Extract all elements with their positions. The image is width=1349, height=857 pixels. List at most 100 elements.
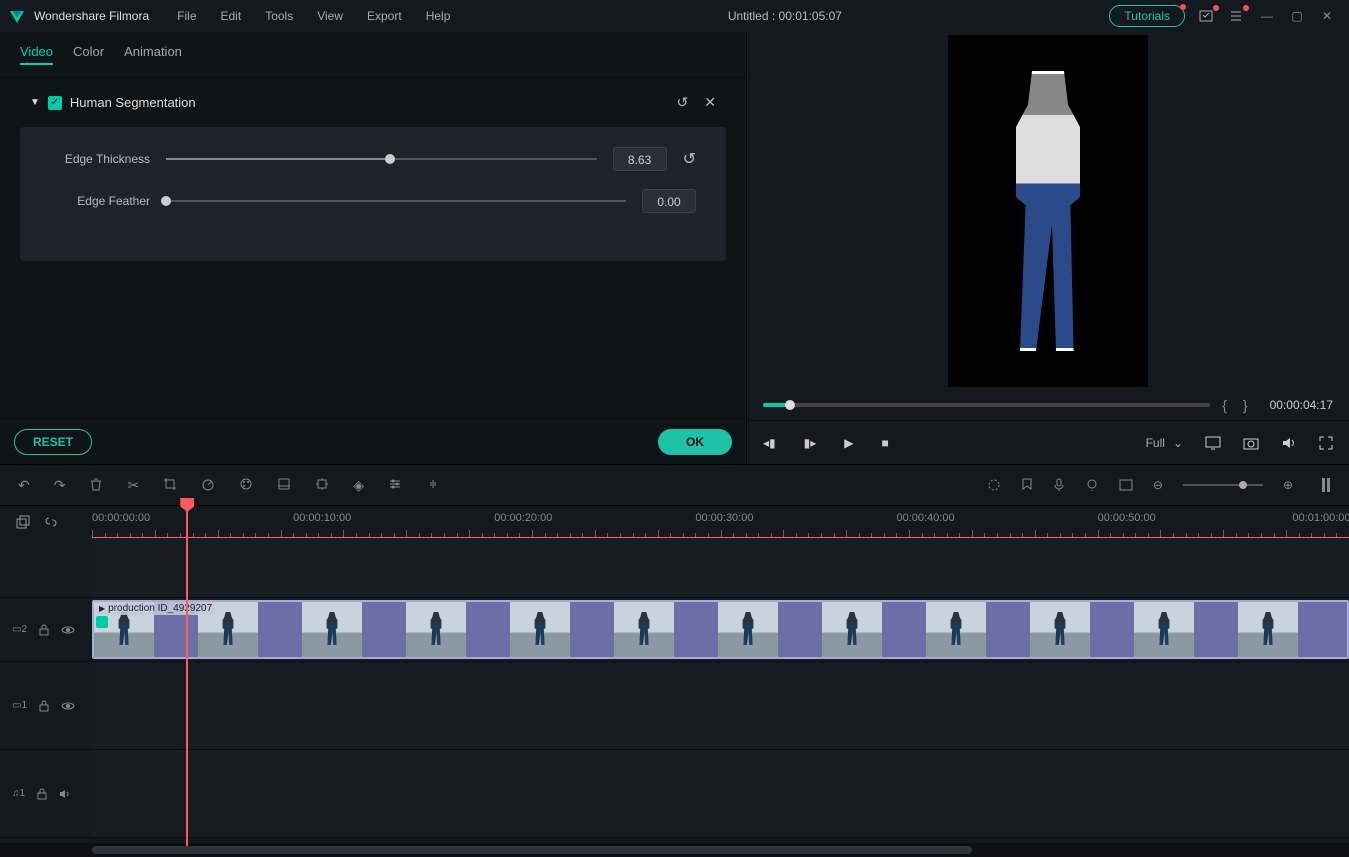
video-clip[interactable]: ▶production ID_4929207 bbox=[92, 600, 1349, 659]
track-lock-icon[interactable] bbox=[39, 700, 49, 712]
zoom-out-icon[interactable]: ⊖ bbox=[1153, 478, 1163, 492]
stop-icon[interactable]: ■ bbox=[882, 436, 889, 450]
notification-dot-icon bbox=[1180, 4, 1186, 10]
crop-icon[interactable] bbox=[163, 477, 177, 494]
mixer-icon[interactable] bbox=[1085, 478, 1099, 492]
edge-feather-label: Edge Feather bbox=[50, 194, 150, 208]
track-label: ♫1 bbox=[12, 788, 25, 799]
collapse-caret-icon[interactable]: ▼ bbox=[30, 97, 40, 108]
menu-help[interactable]: Help bbox=[416, 5, 461, 27]
clip-name: production ID_4929207 bbox=[108, 603, 212, 614]
ok-button[interactable]: OK bbox=[658, 429, 732, 455]
project-title: Untitled : 00:01:05:07 bbox=[460, 9, 1109, 23]
menu-export[interactable]: Export bbox=[357, 5, 412, 27]
app-name: Wondershare Filmora bbox=[34, 9, 149, 23]
message-icon[interactable] bbox=[1199, 9, 1215, 23]
render-icon[interactable] bbox=[987, 478, 1001, 492]
tab-video[interactable]: Video bbox=[20, 44, 53, 65]
section-reset-icon[interactable]: ↺ bbox=[677, 94, 689, 111]
clip-effect-badge-icon bbox=[96, 616, 108, 628]
speed-icon[interactable] bbox=[201, 477, 215, 494]
motion-track-icon[interactable] bbox=[315, 477, 329, 494]
time-mark: 00:00:10:00 bbox=[293, 512, 351, 524]
edge-feather-slider[interactable] bbox=[166, 200, 626, 202]
delete-icon[interactable] bbox=[89, 477, 103, 494]
track-lane-v2[interactable]: ▶production ID_4929207 bbox=[92, 598, 1349, 661]
track-lock-icon[interactable] bbox=[39, 624, 49, 636]
edge-feather-value[interactable]: 0.00 bbox=[642, 189, 696, 213]
edge-thickness-slider[interactable] bbox=[166, 158, 597, 160]
keyframe-icon[interactable]: ◈ bbox=[353, 477, 364, 494]
window-minimize-icon[interactable]: — bbox=[1259, 9, 1275, 23]
time-mark: 00:01:00:00 bbox=[1292, 512, 1349, 524]
volume-icon[interactable] bbox=[1281, 436, 1297, 450]
tab-color[interactable]: Color bbox=[73, 44, 104, 65]
mark-in-icon[interactable]: { bbox=[1218, 397, 1231, 413]
time-mark: 00:00:40:00 bbox=[896, 512, 954, 524]
snapshot-icon[interactable] bbox=[1243, 436, 1259, 450]
section-title: Human Segmentation bbox=[70, 95, 196, 110]
preview-progress[interactable] bbox=[763, 403, 1210, 407]
prev-frame-icon[interactable]: ◂▮ bbox=[763, 436, 776, 450]
preview-area bbox=[747, 32, 1349, 390]
main-menu: File Edit Tools View Export Help bbox=[167, 5, 460, 27]
track-lane-v1[interactable] bbox=[92, 662, 1349, 749]
next-frame-icon[interactable]: ▮▸ bbox=[804, 436, 817, 450]
play-icon[interactable]: ▶ bbox=[844, 436, 853, 450]
audio-icon[interactable] bbox=[426, 477, 440, 494]
zoom-fit-icon[interactable] bbox=[1321, 477, 1331, 493]
track-visibility-icon[interactable] bbox=[61, 625, 75, 635]
reset-button[interactable]: RESET bbox=[14, 429, 92, 455]
time-mark: 00:00:00:00 bbox=[92, 512, 150, 524]
preview-time: 00:00:04:17 bbox=[1270, 398, 1333, 412]
edge-thickness-reset-icon[interactable]: ↺ bbox=[683, 149, 696, 169]
edge-thickness-label: Edge Thickness bbox=[50, 152, 150, 166]
menu-view[interactable]: View bbox=[307, 5, 353, 27]
record-vo-icon[interactable] bbox=[1053, 478, 1065, 492]
title-bar: Wondershare Filmora File Edit Tools View… bbox=[0, 0, 1349, 32]
tab-animation[interactable]: Animation bbox=[124, 44, 182, 65]
track-add-icon[interactable] bbox=[16, 515, 30, 529]
aspect-icon[interactable] bbox=[1119, 479, 1133, 491]
window-maximize-icon[interactable]: ▢ bbox=[1289, 9, 1305, 23]
mark-out-icon[interactable]: } bbox=[1239, 397, 1252, 413]
menu-file[interactable]: File bbox=[167, 5, 206, 27]
green-screen-icon[interactable] bbox=[277, 477, 291, 494]
track-label: ▭2 bbox=[12, 624, 27, 635]
track-link-icon[interactable] bbox=[44, 515, 58, 529]
adjust-icon[interactable] bbox=[388, 477, 402, 494]
timeline: 00:00:00:00 00:00:10:00 00:00:20:00 00:0… bbox=[0, 506, 1349, 857]
menu-tools[interactable]: Tools bbox=[255, 5, 303, 27]
chevron-down-icon: ⌄ bbox=[1173, 436, 1183, 450]
menu-edit[interactable]: Edit bbox=[211, 5, 252, 27]
preview-canvas bbox=[948, 35, 1148, 387]
tutorials-button[interactable]: Tutorials bbox=[1109, 5, 1185, 27]
section-checkbox[interactable]: ✓ bbox=[48, 96, 62, 110]
marker-icon[interactable] bbox=[1021, 478, 1033, 492]
edge-thickness-value[interactable]: 8.63 bbox=[613, 147, 667, 171]
timeline-scrollbar[interactable] bbox=[0, 843, 1349, 857]
track-lock-icon[interactable] bbox=[37, 788, 47, 800]
time-mark: 00:00:50:00 bbox=[1098, 512, 1156, 524]
timeline-ruler[interactable]: 00:00:00:00 00:00:10:00 00:00:20:00 00:0… bbox=[92, 506, 1349, 538]
track-visibility-icon[interactable] bbox=[61, 701, 75, 711]
window-close-icon[interactable]: ✕ bbox=[1319, 9, 1335, 23]
undo-icon[interactable]: ↶ bbox=[18, 477, 30, 494]
split-icon[interactable]: ✂ bbox=[127, 477, 139, 494]
fullscreen-icon[interactable] bbox=[1319, 436, 1333, 450]
playhead[interactable] bbox=[186, 506, 188, 846]
redo-icon[interactable]: ↷ bbox=[54, 477, 66, 494]
track-lane-a1[interactable] bbox=[92, 750, 1349, 837]
section-close-icon[interactable]: ✕ bbox=[704, 94, 716, 111]
tasks-icon[interactable] bbox=[1229, 9, 1245, 23]
color-icon[interactable] bbox=[239, 477, 253, 494]
quality-dropdown[interactable]: Full⌄ bbox=[1146, 436, 1183, 450]
zoom-slider[interactable] bbox=[1183, 484, 1263, 486]
parameters-box: Edge Thickness 8.63 ↺ Edge Feather bbox=[20, 127, 726, 261]
time-mark: 00:00:20:00 bbox=[494, 512, 552, 524]
display-icon[interactable] bbox=[1205, 436, 1221, 450]
timeline-toolbar: ↶ ↷ ✂ ◈ ⊖ ⊕ bbox=[0, 464, 1349, 506]
track-mute-icon[interactable] bbox=[59, 788, 71, 800]
section-header[interactable]: ▼ ✓ Human Segmentation ↺ ✕ bbox=[20, 88, 726, 117]
zoom-in-icon[interactable]: ⊕ bbox=[1283, 478, 1293, 492]
